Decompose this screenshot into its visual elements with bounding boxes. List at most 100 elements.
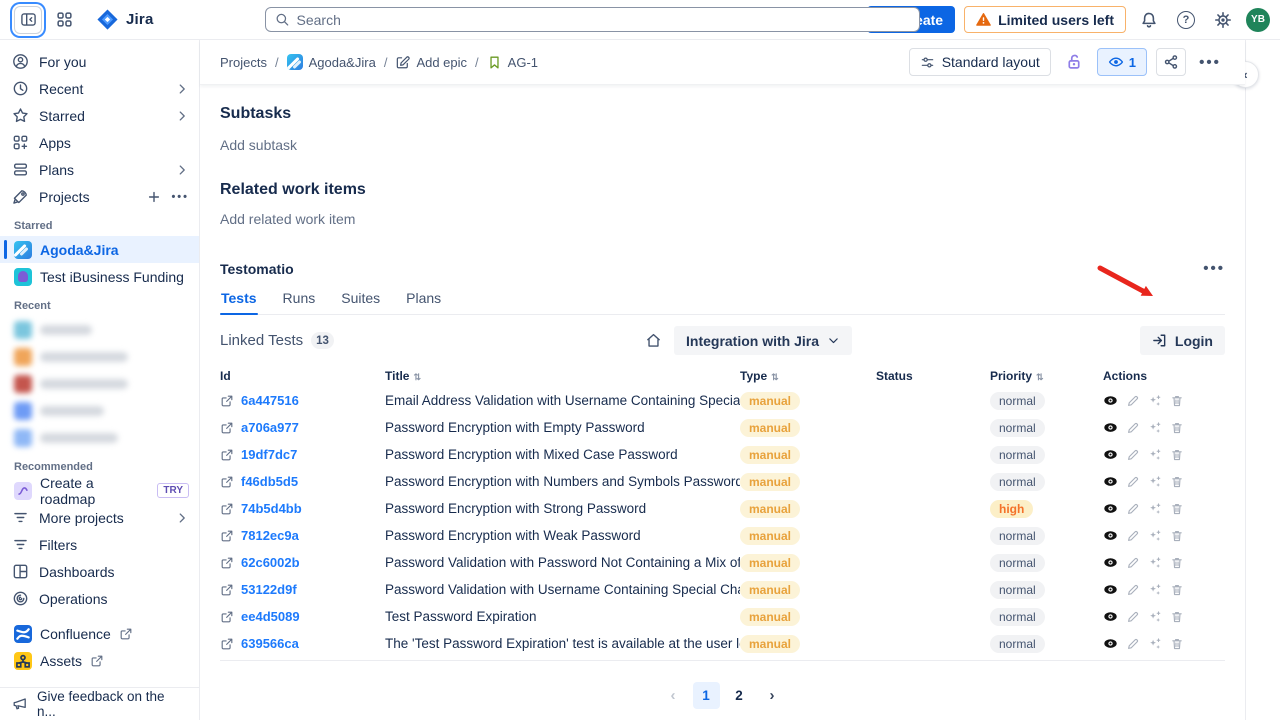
sidebar-project-ibusiness[interactable]: Test iBusiness Funding xyxy=(0,263,199,290)
sidebar-item-apps[interactable]: Apps xyxy=(0,129,199,156)
view-test-button[interactable] xyxy=(1103,582,1118,597)
delete-test-button[interactable] xyxy=(1170,610,1184,624)
delete-test-button[interactable] xyxy=(1170,637,1184,651)
delete-test-button[interactable] xyxy=(1170,502,1184,516)
view-test-button[interactable] xyxy=(1103,447,1118,462)
recent-project-blurred[interactable] xyxy=(0,343,199,370)
test-id-link[interactable]: 62c6002b xyxy=(220,555,385,570)
app-switcher-button[interactable] xyxy=(50,6,78,34)
edit-test-button[interactable] xyxy=(1126,556,1140,570)
view-test-button[interactable] xyxy=(1103,609,1118,624)
test-id-link[interactable]: f46db5d5 xyxy=(220,474,385,489)
delete-test-button[interactable] xyxy=(1170,448,1184,462)
sidebar-item-recent[interactable]: Recent xyxy=(0,75,199,102)
ai-test-button[interactable] xyxy=(1148,448,1162,462)
edit-test-button[interactable] xyxy=(1126,637,1140,651)
edit-test-button[interactable] xyxy=(1126,502,1140,516)
sidebar-toggle-button[interactable] xyxy=(14,6,42,34)
column-header-type[interactable]: Type xyxy=(740,369,876,383)
test-id-link[interactable]: 74b5d4bb xyxy=(220,501,385,516)
sidebar-item-dashboards[interactable]: Dashboards xyxy=(0,558,199,585)
sidebar-item-projects[interactable]: Projects xyxy=(0,183,199,210)
page-more-button[interactable] xyxy=(1195,48,1225,76)
breadcrumb-project[interactable]: Agoda&Jira xyxy=(287,54,376,70)
sidebar-item-confluence[interactable]: Confluence xyxy=(0,620,199,647)
test-id-link[interactable]: a706a977 xyxy=(220,420,385,435)
view-test-button[interactable] xyxy=(1103,393,1118,408)
edit-test-button[interactable] xyxy=(1126,610,1140,624)
ai-test-button[interactable] xyxy=(1148,529,1162,543)
tab-plans[interactable]: Plans xyxy=(405,290,442,314)
sidebar-project-agoda-jira[interactable]: Agoda&Jira xyxy=(0,236,199,263)
watchers-button[interactable]: 1 xyxy=(1097,48,1147,76)
view-test-button[interactable] xyxy=(1103,501,1118,516)
test-id-link[interactable]: 7812ec9a xyxy=(220,528,385,543)
delete-test-button[interactable] xyxy=(1170,556,1184,570)
view-test-button[interactable] xyxy=(1103,636,1118,651)
edit-test-button[interactable] xyxy=(1126,421,1140,435)
delete-test-button[interactable] xyxy=(1170,475,1184,489)
unlock-button[interactable] xyxy=(1060,48,1088,76)
settings-button[interactable] xyxy=(1209,6,1237,34)
layout-button[interactable]: Standard layout xyxy=(909,48,1051,76)
edit-test-button[interactable] xyxy=(1126,529,1140,543)
tab-tests[interactable]: Tests xyxy=(220,290,258,314)
delete-test-button[interactable] xyxy=(1170,421,1184,435)
pagination-page-2[interactable]: 2 xyxy=(726,682,753,709)
pagination-page-1[interactable]: 1 xyxy=(693,682,720,709)
column-header-title[interactable]: Title xyxy=(385,369,740,383)
limited-users-button[interactable]: Limited users left xyxy=(964,6,1126,33)
recent-project-blurred[interactable] xyxy=(0,424,199,451)
add-project-icon[interactable] xyxy=(147,190,161,204)
tab-suites[interactable]: Suites xyxy=(340,290,381,314)
sidebar-item-operations[interactable]: Operations xyxy=(0,585,199,612)
view-test-button[interactable] xyxy=(1103,528,1118,543)
recent-project-blurred[interactable] xyxy=(0,397,199,424)
avatar[interactable]: YB xyxy=(1246,8,1270,32)
ai-test-button[interactable] xyxy=(1148,421,1162,435)
test-id-link[interactable]: 53122d9f xyxy=(220,582,385,597)
edit-test-button[interactable] xyxy=(1126,394,1140,408)
pagination-prev-button[interactable]: ‹ xyxy=(660,682,687,709)
test-id-link[interactable]: 19df7dc7 xyxy=(220,447,385,462)
feedback-button[interactable]: Give feedback on the n... xyxy=(0,687,199,720)
home-icon[interactable] xyxy=(645,332,662,349)
breadcrumb-issue[interactable]: AG-1 xyxy=(487,55,538,70)
edit-test-button[interactable] xyxy=(1126,475,1140,489)
recent-project-blurred[interactable] xyxy=(0,370,199,397)
ai-test-button[interactable] xyxy=(1148,556,1162,570)
search-input[interactable] xyxy=(297,12,911,28)
notifications-button[interactable] xyxy=(1135,6,1163,34)
edit-test-button[interactable] xyxy=(1126,583,1140,597)
delete-test-button[interactable] xyxy=(1170,394,1184,408)
column-header-priority[interactable]: Priority xyxy=(990,369,1103,383)
sidebar-item-plans[interactable]: Plans xyxy=(0,156,199,183)
sidebar-item-assets[interactable]: Assets xyxy=(0,647,199,674)
ai-test-button[interactable] xyxy=(1148,637,1162,651)
test-id-link[interactable]: 6a447516 xyxy=(220,393,385,408)
testomatio-more-button[interactable] xyxy=(1203,260,1225,277)
share-button[interactable] xyxy=(1156,48,1186,76)
sidebar-item-starred[interactable]: Starred xyxy=(0,102,199,129)
ai-test-button[interactable] xyxy=(1148,394,1162,408)
delete-test-button[interactable] xyxy=(1170,583,1184,597)
breadcrumb-add-epic[interactable]: Add epic xyxy=(395,55,467,70)
help-button[interactable]: ? xyxy=(1172,6,1200,34)
login-button[interactable]: Login xyxy=(1140,326,1225,355)
test-id-link[interactable]: 639566ca xyxy=(220,636,385,651)
test-id-link[interactable]: ee4d5089 xyxy=(220,609,385,624)
edit-test-button[interactable] xyxy=(1126,448,1140,462)
ai-test-button[interactable] xyxy=(1148,475,1162,489)
projects-more-icon[interactable] xyxy=(171,191,189,203)
view-test-button[interactable] xyxy=(1103,555,1118,570)
sidebar-item-for-you[interactable]: For you xyxy=(0,48,199,75)
recent-project-blurred[interactable] xyxy=(0,316,199,343)
global-search[interactable] xyxy=(265,7,920,32)
delete-test-button[interactable] xyxy=(1170,529,1184,543)
ai-test-button[interactable] xyxy=(1148,610,1162,624)
sidebar-item-more-projects[interactable]: More projects xyxy=(0,504,199,531)
ai-test-button[interactable] xyxy=(1148,583,1162,597)
tab-runs[interactable]: Runs xyxy=(282,290,317,314)
integration-dropdown[interactable]: Integration with Jira xyxy=(674,326,852,355)
add-related-item-button[interactable]: Add related work item xyxy=(220,211,1225,227)
